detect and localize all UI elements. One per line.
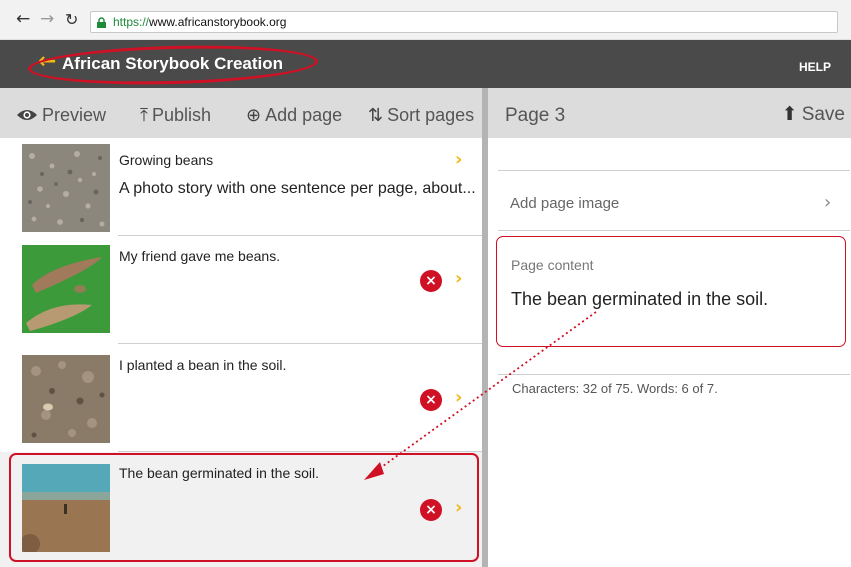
address-bar[interactable]: https://www.africanstorybook.org <box>90 11 838 33</box>
publish-button[interactable]: ⤒ Publish <box>140 105 211 126</box>
character-count: Characters: 32 of 75. Words: 6 of 7. <box>512 381 718 396</box>
divider <box>498 230 850 231</box>
divider <box>118 343 482 344</box>
chevron-right-icon[interactable]: › <box>455 389 462 407</box>
add-circle-icon: ⊕ <box>246 105 262 126</box>
page-item-title: I planted a bean in the soil. <box>119 357 287 373</box>
editor-header: Page 3 ⬆ Save <box>488 88 851 138</box>
preview-button[interactable]: Preview <box>16 105 106 125</box>
divider <box>498 374 850 375</box>
page-item-1[interactable]: My friend gave me beans. × › <box>0 236 482 344</box>
browser-toolbar: ← → ↻ https://www.africanstorybook.org <box>0 0 851 40</box>
add-page-image-link[interactable]: Add page image <box>510 195 619 213</box>
help-button[interactable]: HELP <box>799 60 831 74</box>
add-page-button[interactable]: ⊕ Add page <box>246 105 342 126</box>
chevron-right-icon[interactable]: › <box>455 151 462 169</box>
sort-pages-label: Sort pages <box>387 105 475 125</box>
panel-splitter[interactable] <box>482 88 488 567</box>
back-arrow-icon[interactable]: ← <box>16 11 30 28</box>
url-text: https://www.africanstorybook.org <box>113 15 287 29</box>
beans-thumbnail <box>22 245 110 333</box>
page-content-field[interactable]: Page content The bean germinated in the … <box>496 236 846 347</box>
eye-icon <box>17 110 37 120</box>
page-item-title: Growing beans <box>119 152 214 168</box>
add-page-label: Add page <box>265 105 343 125</box>
page-content-label: Page content <box>511 257 594 273</box>
page-item-2[interactable]: I planted a bean in the soil. × › <box>0 345 482 452</box>
story-toolbar: Preview ⤒ Publish ⊕ Add page ⇅ Sort pages <box>0 88 482 138</box>
gravel-thumbnail <box>22 144 110 232</box>
lock-icon <box>97 17 106 28</box>
sort-icon: ⇅ <box>368 105 384 126</box>
chevron-right-icon[interactable]: › <box>824 192 831 213</box>
delete-icon[interactable]: × <box>420 270 442 292</box>
chevron-right-icon[interactable]: › <box>455 270 462 288</box>
page-item-description: A photo story with one sentence per page… <box>119 180 476 197</box>
publish-icon: ⤒ <box>140 105 148 126</box>
page-item-cover[interactable]: Growing beans A photo story with one sen… <box>0 138 482 236</box>
publish-label: Publish <box>151 105 212 125</box>
forward-arrow-icon[interactable]: → <box>40 11 54 28</box>
sort-pages-button[interactable]: ⇅ Sort pages <box>368 105 474 126</box>
page-content-text[interactable]: The bean germinated in the soil. <box>511 288 768 310</box>
divider <box>498 170 850 171</box>
save-button[interactable]: ⬆ Save <box>782 103 845 126</box>
page-title: Page 3 <box>505 105 566 126</box>
preview-label: Preview <box>42 105 107 125</box>
save-label: Save <box>801 104 845 125</box>
page-item-title: My friend gave me beans. <box>119 248 281 264</box>
upload-icon: ⬆ <box>781 103 798 125</box>
delete-icon[interactable]: × <box>420 389 442 411</box>
soil-thumbnail <box>22 355 110 443</box>
selected-page-highlight <box>9 453 479 562</box>
reload-icon[interactable]: ↻ <box>65 11 78 28</box>
